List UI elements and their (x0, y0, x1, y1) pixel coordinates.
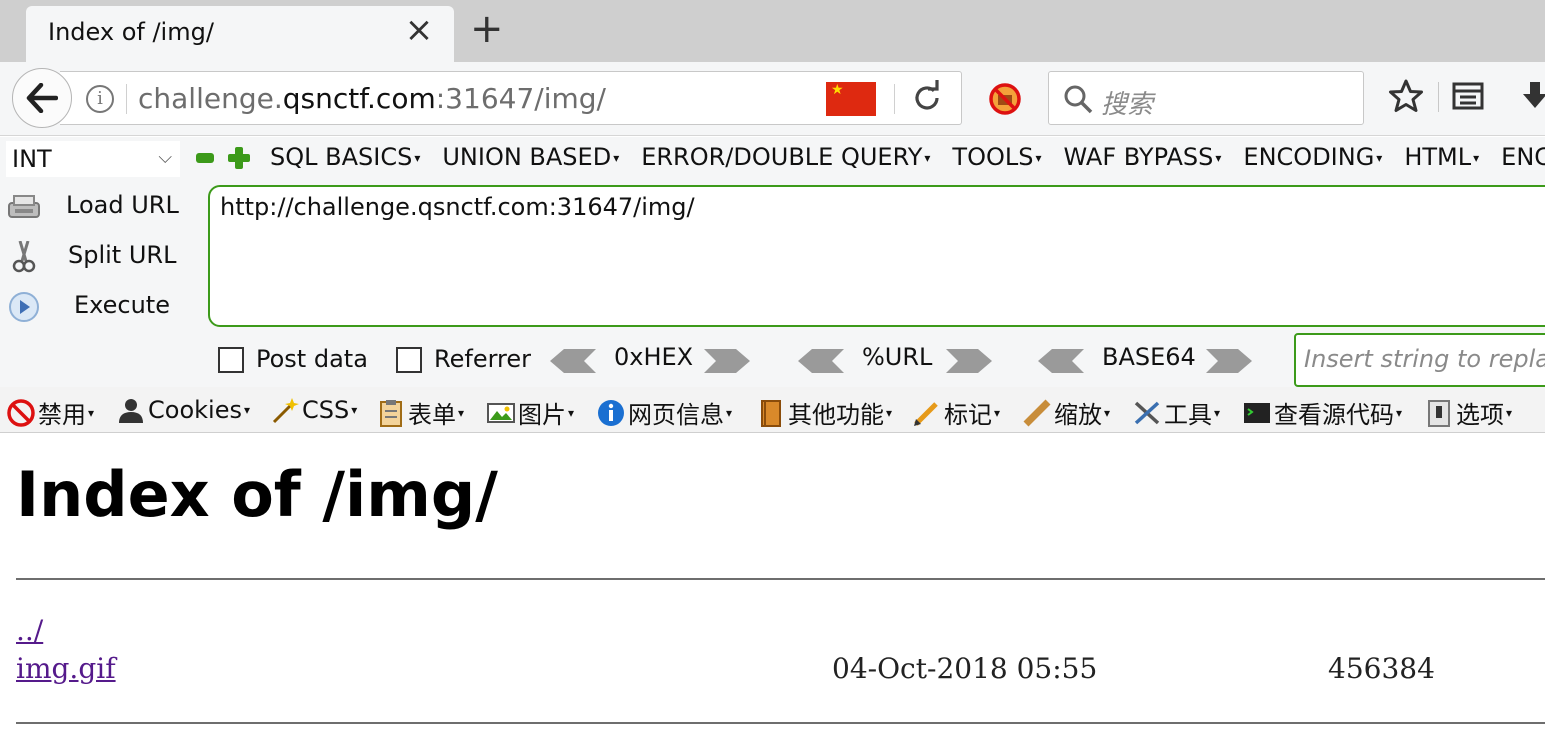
dev-menu-images[interactable]: 图片 ▾ (486, 395, 574, 429)
referrer-label: Referrer (434, 345, 531, 373)
divider (16, 722, 1545, 724)
pencil-icon (914, 401, 938, 426)
divider (1438, 82, 1439, 112)
download-icon[interactable] (1520, 80, 1545, 112)
file-size: 456384 (1328, 652, 1435, 685)
url-bar[interactable]: i challenge.qsnctf.com:31647/img/ (60, 71, 962, 125)
page-title: Index of /img/ (16, 458, 498, 531)
dev-menu-view-source[interactable]: 查看源代码 ▾ (1242, 395, 1402, 429)
load-url-button[interactable]: Load URL (6, 187, 196, 227)
clipboard-icon (380, 399, 402, 427)
file-modified-date: 04-Oct-2018 05:55 (832, 652, 1098, 685)
url-text[interactable]: challenge.qsnctf.com:31647/img/ (138, 82, 606, 115)
info-icon[interactable]: i (86, 85, 114, 113)
menu-sql-basics[interactable]: SQL BASICS ▾ (270, 143, 420, 171)
dev-menu-resize[interactable]: 缩放 ▾ (1022, 395, 1110, 429)
menu-encoding[interactable]: ENCODING ▾ (1243, 143, 1382, 171)
china-flag-icon[interactable] (826, 82, 876, 116)
execute-button[interactable]: Execute (6, 287, 196, 327)
base64-label: BASE64 (1102, 343, 1196, 371)
menu-waf-bypass[interactable]: WAF BYPASS ▾ (1063, 143, 1221, 171)
url-encode-arrow-icon[interactable] (946, 349, 992, 373)
injection-type-select[interactable]: INT ⌵ (6, 141, 180, 177)
info-circle-icon (598, 399, 624, 426)
parent-dir-link[interactable]: ../ (16, 614, 43, 647)
tab-active[interactable]: Index of /img/ × (26, 6, 454, 62)
base64-decode-arrow-icon[interactable] (1038, 349, 1084, 373)
dev-menu-options[interactable]: 选项 ▾ (1424, 395, 1512, 429)
back-button[interactable] (12, 68, 72, 128)
menu-tools[interactable]: TOOLS ▾ (952, 143, 1041, 171)
play-icon (9, 292, 39, 322)
split-url-button[interactable]: Split URL (6, 237, 196, 277)
hackbar-panel: INT ⌵ SQL BASICS ▾ UNION BASED ▾ ERROR/DOU… (0, 137, 1545, 387)
navigation-bar: i challenge.qsnctf.com:31647/img/ 搜索 (0, 62, 1545, 136)
menu-enc[interactable]: ENC (1501, 143, 1545, 171)
file-link[interactable]: img.gif (16, 652, 116, 685)
search-bar[interactable]: 搜索 (1048, 71, 1364, 125)
back-arrow-icon (26, 83, 58, 113)
divider (16, 578, 1545, 580)
listing-row: img.gif (16, 652, 116, 685)
reload-icon[interactable] (910, 80, 944, 116)
dev-menu-tools[interactable]: 工具 ▾ (1132, 395, 1220, 429)
menu-html[interactable]: HTML ▾ (1404, 143, 1479, 171)
dev-menu-misc[interactable]: 其他功能 ▾ (756, 395, 892, 429)
post-data-checkbox[interactable] (218, 347, 244, 373)
hex-decode-arrow-icon[interactable] (550, 349, 596, 373)
referrer-checkbox[interactable] (396, 347, 422, 373)
misc-book-icon (761, 399, 781, 427)
options-switch-icon (1428, 399, 1450, 427)
decrement-icon[interactable] (196, 153, 214, 163)
load-url-icon (8, 195, 40, 218)
image-icon (487, 402, 515, 423)
base64-encode-arrow-icon[interactable] (1206, 349, 1252, 373)
listing-row: ../ (16, 614, 43, 647)
url-decode-arrow-icon[interactable] (798, 349, 844, 373)
post-data-label: Post data (256, 345, 368, 373)
css-wand-icon (272, 398, 299, 424)
terminal-icon (1244, 402, 1270, 423)
increment-icon[interactable] (228, 147, 250, 169)
new-tab-button[interactable]: + (470, 9, 504, 49)
scissors-icon (12, 241, 36, 273)
tab-title: Index of /img/ (48, 18, 214, 46)
cookies-icon (119, 399, 143, 423)
search-placeholder: 搜索 (1101, 90, 1154, 120)
tools-icon (1134, 401, 1160, 424)
hex-label: 0xHEX (614, 343, 694, 371)
reader-view-icon[interactable] (1452, 80, 1484, 112)
replace-string-input[interactable]: Insert string to replac (1294, 333, 1545, 387)
search-icon (1064, 85, 1093, 114)
hex-encode-arrow-icon[interactable] (704, 349, 750, 373)
menu-union-based[interactable]: UNION BASED ▾ (442, 143, 619, 171)
chevron-down-icon: ⌵ (158, 147, 172, 168)
injection-type-value: INT (12, 145, 52, 173)
tab-strip: Index of /img/ × + (0, 0, 1545, 62)
divider (894, 84, 895, 114)
hackbar-menu: SQL BASICS ▾ UNION BASED ▾ ERROR/DOUBLE QU… (270, 143, 1545, 171)
close-tab-icon[interactable]: × (404, 13, 434, 47)
url-textarea[interactable]: http://challenge.qsnctf.com:31647/img/ (208, 185, 1545, 327)
dev-menu-outline[interactable]: 标记 ▾ (912, 395, 1000, 429)
divider (126, 84, 127, 114)
dev-menu-disable[interactable]: 禁用 ▾ (6, 395, 94, 429)
dev-menu-page-info[interactable]: 网页信息 ▾ (596, 395, 732, 429)
menu-error-double-query[interactable]: ERROR/DOUBLE QUERY ▾ (641, 143, 930, 171)
dev-menu-forms[interactable]: 表单 ▾ (376, 395, 464, 429)
bookmark-star-icon[interactable] (1388, 78, 1424, 114)
dev-menu-cookies[interactable]: Cookies ▾ (116, 395, 250, 425)
dev-menu-css[interactable]: CSS ▾ (270, 395, 357, 425)
url-encode-label: %URL (862, 343, 933, 371)
disable-icon (7, 398, 35, 427)
web-developer-toolbar: 禁用 ▾ Cookies ▾ CSS ▾ 表单 ▾ 图片 ▾ 网页信息 ▾ 其他功能 ▾ 标记… (0, 387, 1545, 433)
no-tracking-extension-icon[interactable] (988, 82, 1022, 116)
ruler-icon (1023, 399, 1051, 426)
